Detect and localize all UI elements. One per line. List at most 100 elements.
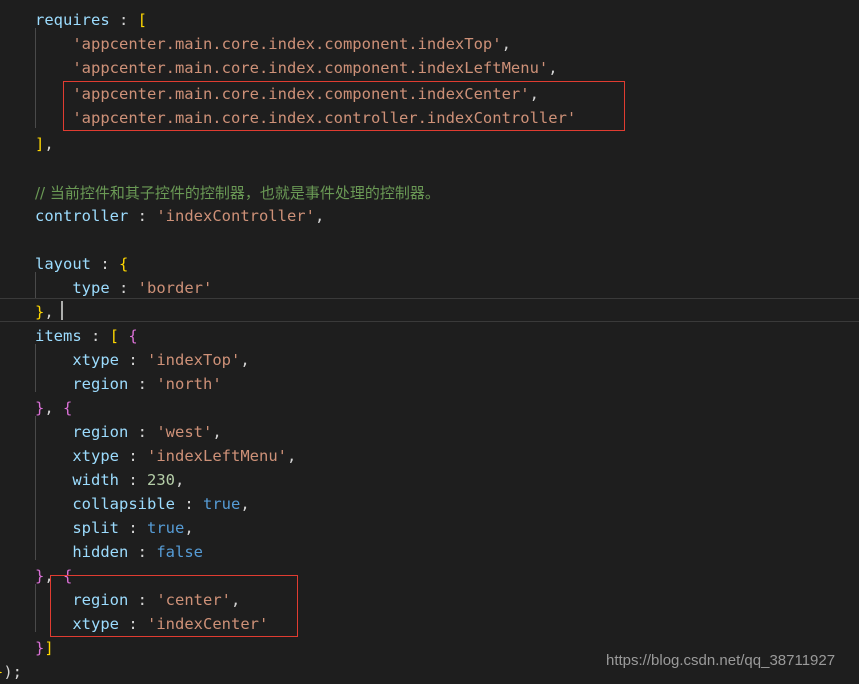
code-line[interactable]: 'appcenter.main.core.index.controller.in… <box>0 106 859 130</box>
code-line[interactable]: xtype : 'indexCenter' <box>0 612 859 636</box>
token-colon: : <box>128 591 157 609</box>
code-line[interactable]: items : [ { <box>0 324 859 348</box>
code-line[interactable]: xtype : 'indexTop', <box>0 348 859 372</box>
token-property: xtype <box>72 615 119 633</box>
code-line[interactable]: ], <box>0 132 859 156</box>
token-string: 'appcenter.main.core.index.component.ind… <box>72 35 502 53</box>
token-number: 230 <box>147 471 175 489</box>
code-line[interactable]: region : 'center', <box>0 588 859 612</box>
token-colon: : <box>119 519 147 537</box>
token-comma: , <box>240 495 250 513</box>
token-property: region <box>72 591 129 609</box>
token-comma: , <box>240 351 250 369</box>
code-line[interactable]: region : 'north' <box>0 372 859 396</box>
token-string: 'north' <box>156 375 222 393</box>
token-property: split <box>72 519 119 537</box>
token-property: xtype <box>72 447 119 465</box>
token-property: width <box>72 471 119 489</box>
code-line[interactable]: }, { <box>0 396 859 420</box>
code-line[interactable]: width : 230, <box>0 468 859 492</box>
token-paren-semicolon: ); <box>3 663 23 681</box>
token-colon: : <box>119 615 147 633</box>
token-colon: : <box>128 375 157 393</box>
token-string: 'indexCenter' <box>147 615 269 633</box>
code-line[interactable]: hidden : false <box>0 540 859 564</box>
token-comma: , <box>175 471 185 489</box>
code-line[interactable]: requires : [ <box>0 8 859 32</box>
token-keyword: true <box>147 519 185 537</box>
token-colon: : <box>119 471 147 489</box>
token-string: 'border' <box>137 279 213 297</box>
token-string: 'center' <box>156 591 231 609</box>
token-string: 'appcenter.main.core.index.component.ind… <box>72 85 530 103</box>
token-keyword: true <box>202 495 241 513</box>
code-line[interactable]: xtype : 'indexLeftMenu', <box>0 444 859 468</box>
code-line[interactable]: 'appcenter.main.core.index.component.ind… <box>0 56 859 80</box>
code-line[interactable]: // 当前控件和其子控件的控制器，也就是事件处理的控制器。 <box>0 181 859 205</box>
token-bracket-close: ] <box>44 639 54 657</box>
code-line[interactable]: split : true, <box>0 516 859 540</box>
token-property: hidden <box>72 543 129 561</box>
token-comma: , <box>501 35 511 53</box>
code-line[interactable]: type : 'border' <box>0 276 859 300</box>
code-lines-container[interactable]: requires : [ 'appcenter.main.core.index.… <box>0 0 859 681</box>
token-colon: : <box>128 423 157 441</box>
token-comma: , <box>44 303 54 321</box>
token-brace-open: { <box>128 327 138 345</box>
token-keyword: false <box>156 543 203 561</box>
token-brace-close: } <box>35 639 45 657</box>
token-colon: : <box>119 351 147 369</box>
token-property: region <box>72 375 129 393</box>
code-line-current[interactable]: }, <box>0 300 859 324</box>
code-editor-view[interactable]: requires : [ 'appcenter.main.core.index.… <box>0 0 859 681</box>
token-property: layout <box>35 255 91 273</box>
token-comma: , <box>286 447 297 465</box>
token-brace-open: { <box>119 255 129 273</box>
token-string: 'indexLeftMenu' <box>147 447 287 465</box>
token-string: 'west' <box>156 423 213 441</box>
token-comma: , <box>548 59 558 77</box>
token-colon: : <box>109 279 138 297</box>
token-comma: , <box>44 567 54 585</box>
token-comma: , <box>184 519 194 537</box>
token-colon: : <box>109 11 138 29</box>
blog-url-watermark: https://blog.csdn.net/qq_38711927 <box>606 652 836 669</box>
code-line[interactable]: layout : { <box>0 252 859 276</box>
token-comma: , <box>44 399 54 417</box>
token-bracket-open: [ <box>137 11 147 29</box>
token-comma: , <box>529 85 539 103</box>
token-string: 'appcenter.main.core.index.controller.in… <box>72 109 577 127</box>
code-line[interactable]: 'appcenter.main.core.index.component.ind… <box>0 82 859 106</box>
token-property: xtype <box>72 351 119 369</box>
token-property: items <box>35 327 82 345</box>
token-property: controller <box>35 207 129 225</box>
token-bracket-open: [ <box>109 327 120 345</box>
token-colon: : <box>174 495 203 513</box>
token-property: type <box>72 279 110 297</box>
token-comma: , <box>44 135 54 153</box>
code-line[interactable]: region : 'west', <box>0 420 859 444</box>
code-line[interactable]: }, { <box>0 564 859 588</box>
token-brace-open: { <box>63 399 73 417</box>
token-colon: : <box>81 327 110 345</box>
token-property: region <box>72 423 129 441</box>
token-colon: : <box>128 543 157 561</box>
token-brace-close: } <box>35 399 45 417</box>
token-property: requires <box>35 11 110 29</box>
token-comment: // 当前控件和其子控件的控制器，也就是事件处理的控制器。 <box>35 184 440 202</box>
code-line[interactable]: 'appcenter.main.core.index.component.ind… <box>0 32 859 56</box>
token-brace-close: } <box>35 303 45 321</box>
code-line[interactable]: collapsible : true, <box>0 492 859 516</box>
token-brace-close: } <box>35 567 45 585</box>
token-string: 'indexTop' <box>147 351 241 369</box>
token-string: 'appcenter.main.core.index.component.ind… <box>72 59 549 77</box>
token-string: 'indexController' <box>156 207 315 225</box>
token-brace-open: { <box>63 567 73 585</box>
token-bracket-close: ] <box>35 135 45 153</box>
code-line[interactable]: controller : 'indexController', <box>0 204 859 228</box>
token-comma: , <box>314 207 325 225</box>
token-colon: : <box>91 255 119 273</box>
